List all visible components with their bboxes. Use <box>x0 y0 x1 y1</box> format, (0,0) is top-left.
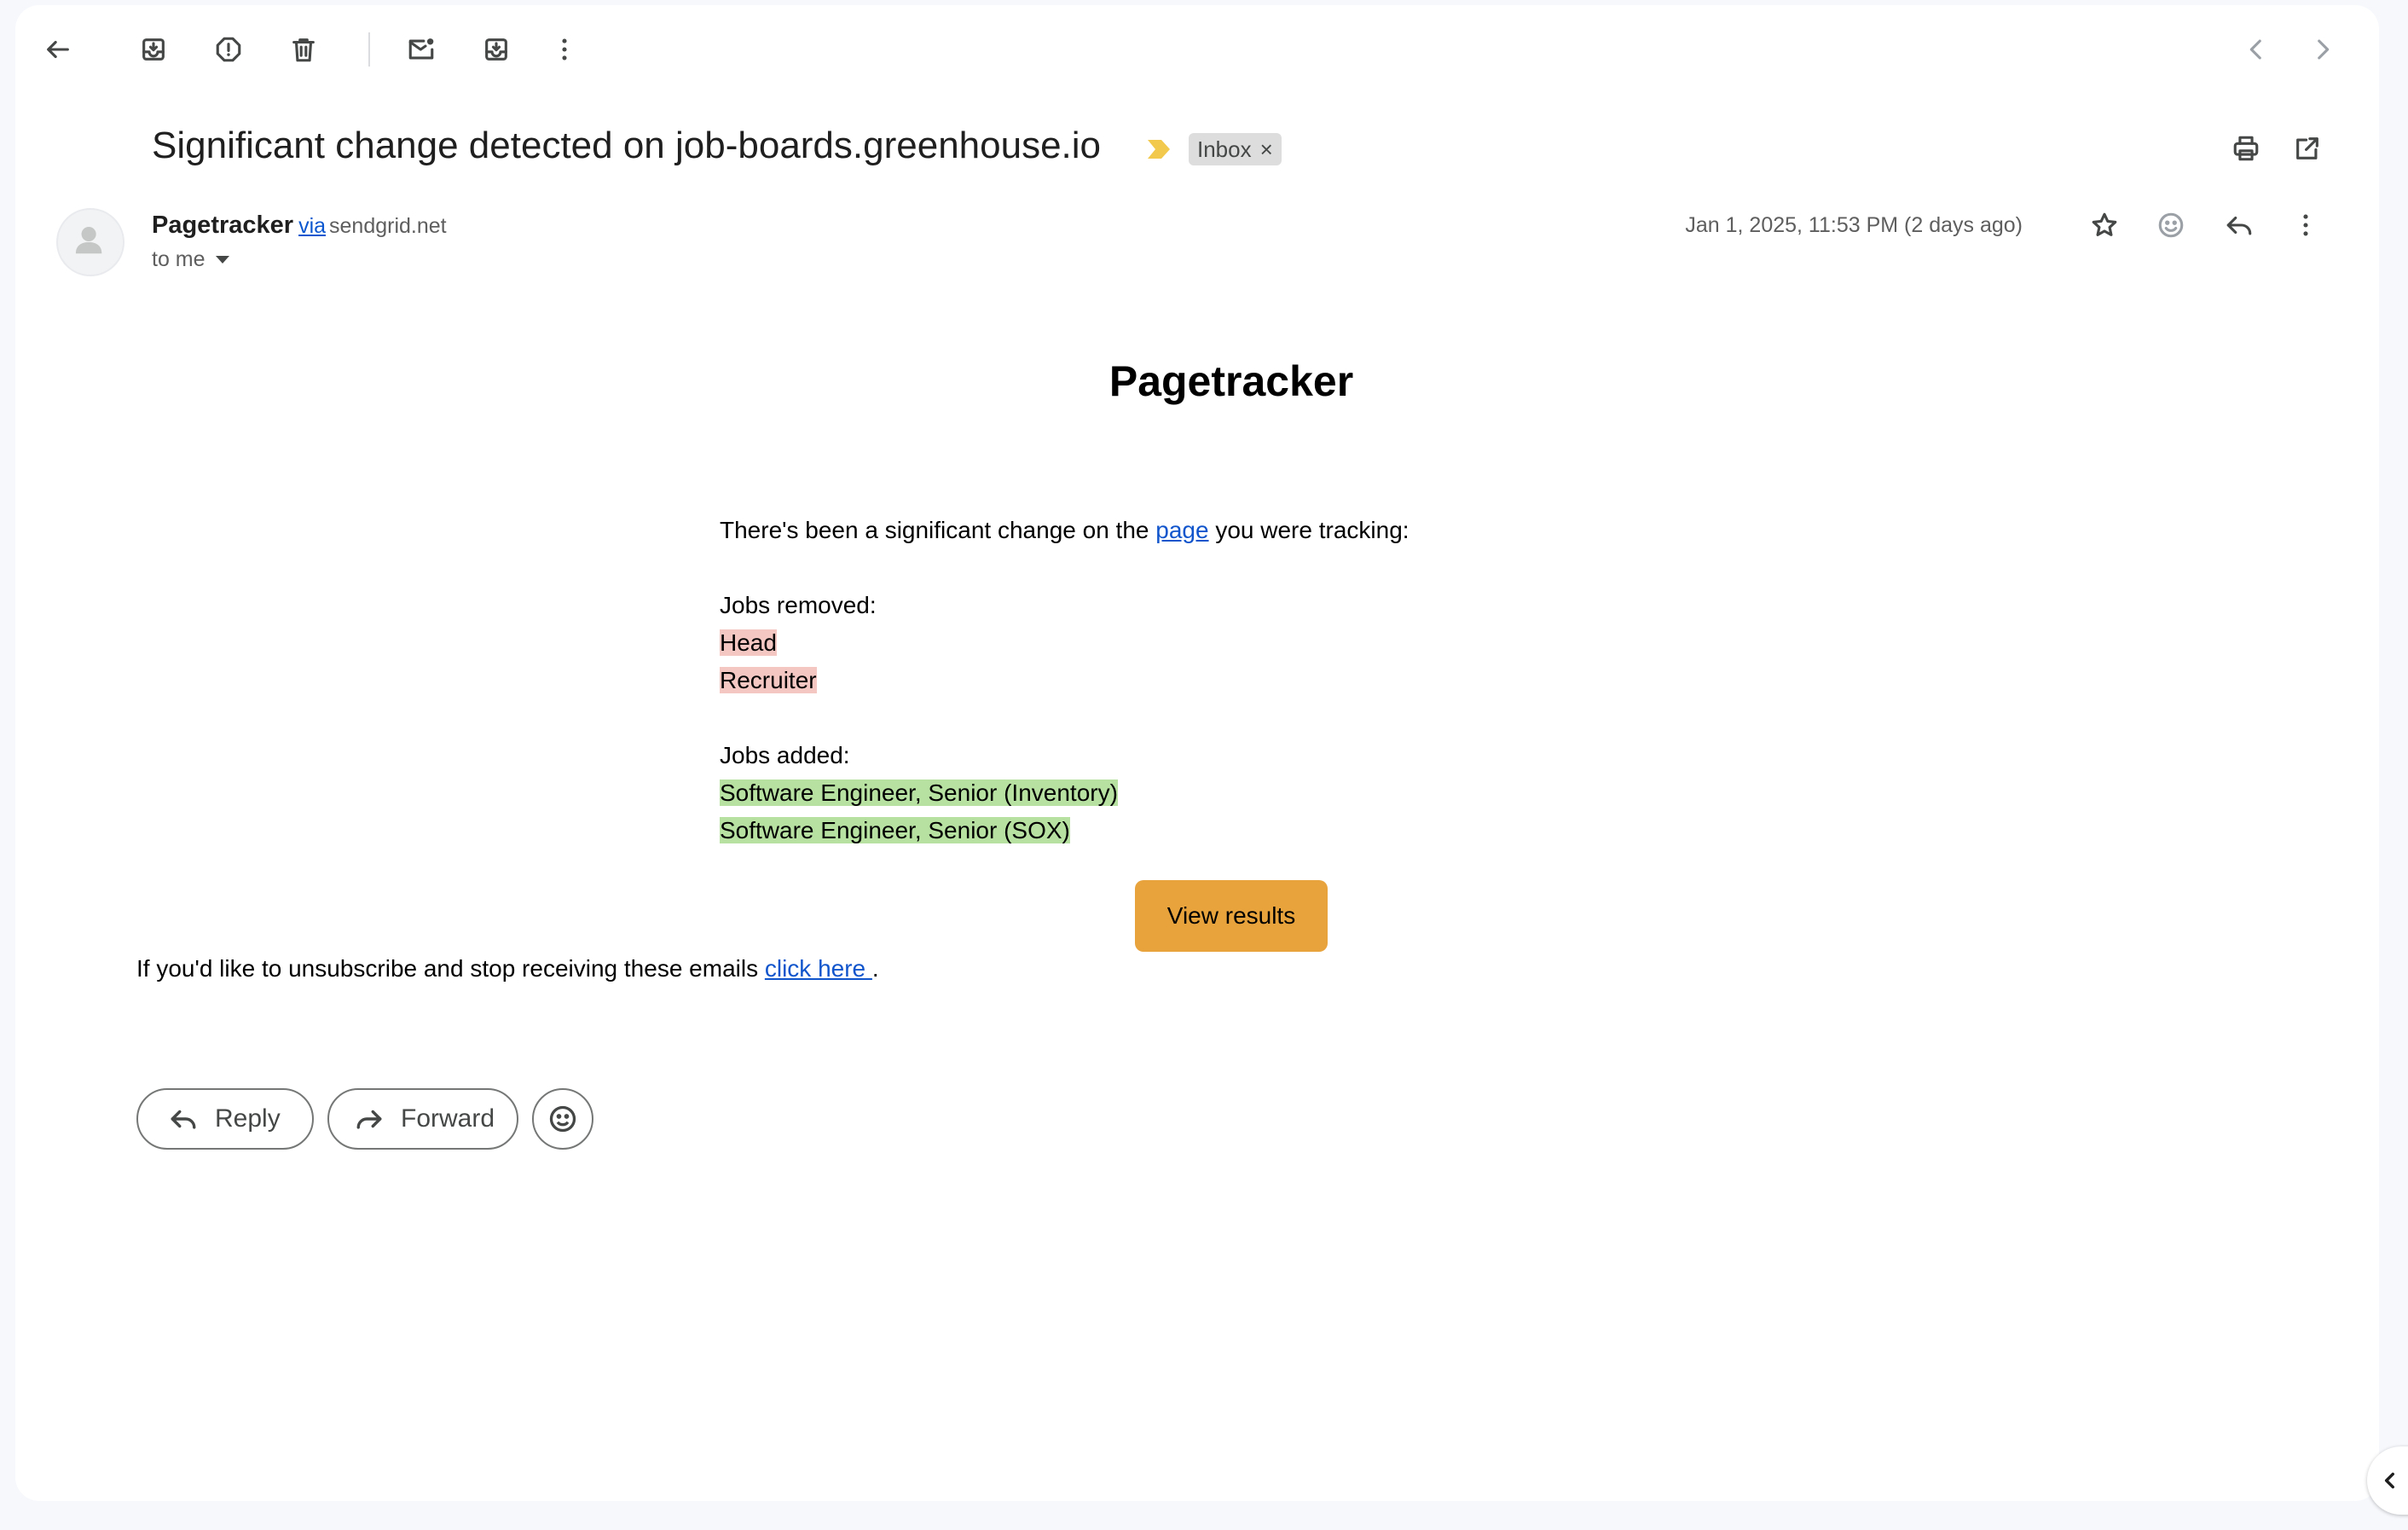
move-to-icon[interactable] <box>474 27 518 72</box>
added-job: Software Engineer, Senior (Inventory) <box>720 779 1118 806</box>
body-content: There's been a significant change on the… <box>720 512 1409 849</box>
via-link[interactable]: via <box>298 214 326 238</box>
reply-icon[interactable] <box>2217 203 2261 247</box>
reply-icon <box>171 1110 196 1129</box>
unsubscribe-text: If you'd like to unsubscribe and stop re… <box>136 955 765 982</box>
chevron-right-icon[interactable] <box>2301 27 2345 72</box>
added-heading: Jobs added: <box>720 742 850 768</box>
intro-text-end: you were tracking: <box>1208 517 1409 543</box>
forward-button[interactable]: Forward <box>327 1088 518 1150</box>
delete-icon[interactable] <box>281 27 326 72</box>
emoji-icon[interactable] <box>2149 203 2193 247</box>
view-results-button[interactable]: View results <box>1135 880 1328 952</box>
recipient-text: to me <box>152 247 205 271</box>
body-title: Pagetracker <box>1108 357 1354 405</box>
open-in-new-icon[interactable] <box>2285 126 2330 171</box>
sender-avatar[interactable] <box>56 208 124 276</box>
person-icon <box>75 226 102 254</box>
label-chip-inbox: Inbox × <box>1189 133 1282 165</box>
recipient-details[interactable]: to me <box>152 247 229 272</box>
chevron-down-icon[interactable] <box>215 256 229 264</box>
email-date: Jan 1, 2025, 11:53 PM (2 days ago) <box>1685 213 2023 237</box>
email-subject: Significant change detected on job-board… <box>152 125 1102 166</box>
intro-text: There's been a significant change on the <box>720 517 1156 543</box>
label-remove-button[interactable]: × <box>1260 136 1273 163</box>
removed-job: Recruiter <box>720 667 817 693</box>
print-icon[interactable] <box>2224 126 2268 171</box>
page-link[interactable]: page <box>1155 517 1208 543</box>
emoji-icon <box>549 1105 576 1133</box>
importance-marker-icon[interactable] <box>1148 140 1170 159</box>
unsubscribe-link[interactable]: click here <box>765 955 872 982</box>
removed-job: Head <box>720 629 777 656</box>
sender-name[interactable]: Pagetracker <box>152 212 293 239</box>
toolbar-divider <box>368 32 370 67</box>
report-spam-icon[interactable] <box>206 27 251 72</box>
more-vert-icon[interactable] <box>2284 203 2328 247</box>
forward-label: Forward <box>401 1104 495 1133</box>
back-arrow-icon[interactable] <box>36 27 80 72</box>
star-icon[interactable] <box>2082 203 2127 247</box>
unsubscribe-end: . <box>871 955 879 982</box>
added-job: Software Engineer, Senior (SOX) <box>720 817 1070 843</box>
forward-icon <box>356 1110 382 1129</box>
label-chip-text: Inbox <box>1197 136 1252 162</box>
reply-label: Reply <box>215 1104 281 1133</box>
more-vert-icon[interactable] <box>542 27 587 72</box>
emoji-reaction-button[interactable] <box>532 1088 593 1150</box>
unsubscribe-line: If you'd like to unsubscribe and stop re… <box>136 955 879 982</box>
sender-line: Pagetracker via sendgrid.net <box>152 212 447 240</box>
archive-icon[interactable] <box>131 27 176 72</box>
reply-button[interactable]: Reply <box>136 1088 314 1150</box>
chevron-left-icon[interactable] <box>2234 27 2278 72</box>
via-domain: sendgrid.net <box>329 214 447 238</box>
intro-line: There's been a significant change on the… <box>720 512 1409 549</box>
chevron-left-icon <box>2384 1472 2394 1489</box>
removed-heading: Jobs removed: <box>720 592 877 618</box>
mark-unread-icon[interactable] <box>399 27 443 72</box>
